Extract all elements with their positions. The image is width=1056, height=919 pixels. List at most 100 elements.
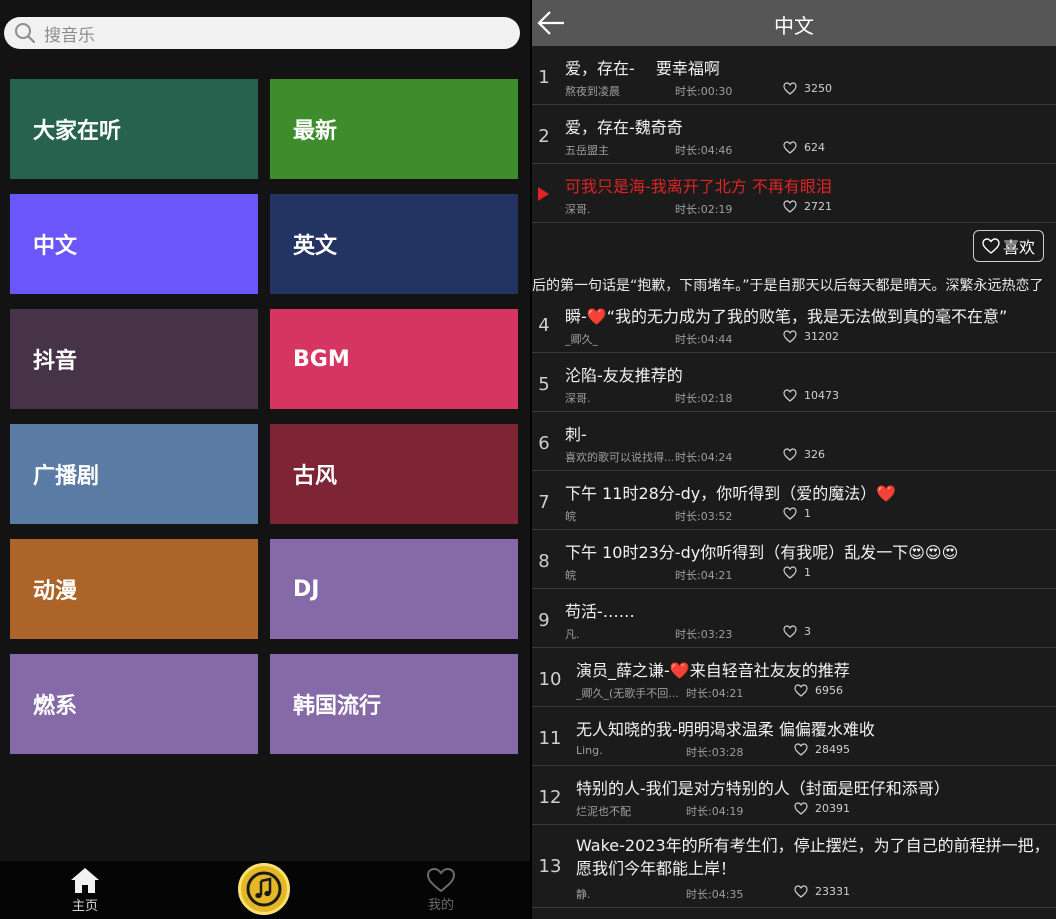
category-label: 动漫 [33, 573, 77, 605]
song-duration: 时长:04:24 [675, 449, 732, 465]
tab-home-label: 主页 [72, 895, 98, 914]
song-title: 可我只是海-我离开了北方 不再有眼泪 [565, 173, 1050, 197]
song-like-count: 23331 [815, 885, 850, 898]
song-like-count: 624 [804, 141, 825, 154]
song-row[interactable]: 9苟活-……凡.时长:03:233 [532, 590, 1056, 648]
song-likes: 1 [783, 566, 811, 579]
song-row[interactable]: 13Wake-2023年的所有考生们，停止摆烂，为了自己的前程拼一把，愿我们今年… [532, 826, 1056, 908]
song-row[interactable]: 7下午 11时28分-dy，你听得到（爱的魔法）❤️皖时长:03:521 [532, 472, 1056, 530]
category-tile[interactable]: 中文 [10, 194, 258, 294]
song-title: 下午 10时23分-dy你听得到（有我呢）乱发一下😍😍😍 [565, 539, 1050, 563]
category-label: 最新 [293, 113, 337, 145]
song-number: 1 [532, 67, 556, 88]
song-number: 8 [532, 551, 556, 572]
heart-outline-icon [783, 448, 797, 461]
tab-home[interactable]: 主页 [25, 861, 145, 919]
heart-outline-icon [783, 200, 797, 213]
heart-outline-icon [783, 625, 797, 638]
song-title: 瞬-❤️“我的无力成为了我的败笔，我是无法做到真的毫不在意” [565, 303, 1050, 327]
song-duration: 时长:04:35 [686, 886, 743, 902]
music-note-icon [246, 871, 282, 907]
song-row[interactable]: 执迷-当事人想适合去找他，可是终归有诚意，推荐推荐） [532, 908, 1056, 919]
song-row[interactable]: 2爱，存在-魏奇奇五岳盟主时长:04:46624 [532, 106, 1056, 164]
category-label: 韩国流行 [293, 688, 381, 720]
heart-outline-icon [794, 684, 808, 697]
category-tile[interactable]: 广播剧 [10, 424, 258, 524]
song-row[interactable]: 可我只是海-我离开了北方 不再有眼泪深哥.时长:02:192721 [532, 165, 1056, 223]
song-like-count: 1 [804, 507, 811, 520]
song-like-count: 6956 [815, 684, 843, 697]
tab-mine-label: 我的 [428, 894, 454, 913]
song-title: 演员_薛之谦-❤️来自轻音社友友的推荐 [576, 657, 1050, 681]
song-row[interactable]: 8 下午 10时23分-dy你听得到（有我呢）乱发一下😍😍😍 皖 时长:04:21 1 [532, 531, 1056, 589]
heart-outline-icon [794, 802, 808, 815]
category-detail-screen: 中文 1爱，存在- 要幸福啊熬夜到凌晨时长:00:3032502爱，存在-魏奇奇… [532, 0, 1056, 919]
song-number: 5 [532, 374, 556, 395]
song-number: 10 [532, 669, 568, 690]
song-likes: 2721 [783, 200, 832, 213]
song-row[interactable]: 4 瞬-❤️“我的无力成为了我的败笔，我是无法做到真的毫不在意” _卿久_ 时长:04… [532, 295, 1056, 353]
song-like-count: 2721 [804, 200, 832, 213]
tab-mine[interactable]: 我的 [381, 861, 501, 919]
song-title: 特别的人-我们是对方特别的人（封面是旺仔和添哥） [576, 775, 1050, 799]
category-tile[interactable]: 古风 [270, 424, 518, 524]
search-placeholder: 搜音乐 [44, 21, 95, 46]
song-artist: 烂泥也不配 [576, 803, 631, 819]
category-label: 大家在听 [33, 113, 121, 145]
song-duration: 时长:00:30 [675, 83, 732, 99]
category-label: BGM [293, 347, 350, 372]
category-tile[interactable]: 燃系 [10, 654, 258, 754]
category-tile[interactable]: 抖音 [10, 309, 258, 409]
song-number: 12 [532, 787, 568, 808]
song-duration: 时长:04:21 [675, 567, 732, 583]
song-title: 爱，存在- 要幸福啊 [565, 55, 1050, 79]
song-title: 沦陷-友友推荐的 [565, 362, 1050, 386]
like-button-label: 喜欢 [1003, 234, 1035, 258]
category-tile[interactable]: BGM [270, 309, 518, 409]
song-number: 9 [532, 610, 556, 631]
category-tile[interactable]: 韩国流行 [270, 654, 518, 754]
song-likes: 23331 [794, 885, 850, 898]
category-label: 广播剧 [33, 458, 99, 490]
song-title: 苟活-…… [565, 598, 1050, 622]
heart-outline-icon [783, 389, 797, 402]
song-duration: 时长:04:44 [675, 331, 732, 347]
song-title: 爱，存在-魏奇奇 [565, 114, 1050, 138]
song-title: 刺- [565, 421, 1050, 445]
song-likes: 10473 [783, 389, 839, 402]
category-tile[interactable]: 最新 [270, 79, 518, 179]
heart-outline-icon [783, 330, 797, 343]
category-tile[interactable]: 大家在听 [10, 79, 258, 179]
lyric-panel: 喜欢 后的第一句话是“抱歉，下雨堵车。”于是自那天以后每天都是晴天。深繁永远热恋… [532, 222, 1056, 294]
song-row[interactable]: 11无人知晓的我-明明渴求温柔 偏偏覆水难收Ling.时长:03:2828495 [532, 708, 1056, 766]
song-like-count: 3 [804, 625, 811, 638]
song-row[interactable]: 12 特别的人-我们是对方特别的人（封面是旺仔和添哥） 烂泥也不配 时长:04:19 2… [532, 767, 1056, 825]
like-button[interactable]: 喜欢 [973, 230, 1044, 262]
song-row[interactable]: 6刺-喜欢的歌可以说找得...时长:04:24326 [532, 413, 1056, 471]
song-number: 13 [532, 856, 568, 877]
song-number: 2 [532, 126, 556, 147]
song-number: 4 [532, 315, 556, 336]
song-row[interactable]: 1爱，存在- 要幸福啊熬夜到凌晨时长:00:303250 [532, 47, 1056, 105]
song-duration: 时长:04:46 [675, 142, 732, 158]
song-like-count: 1 [804, 566, 811, 579]
song-likes: 28495 [794, 743, 850, 756]
category-tile[interactable]: 动漫 [10, 539, 258, 639]
song-artist: 皖 [565, 567, 576, 583]
song-duration: 时长:04:19 [686, 803, 743, 819]
song-row[interactable]: 5沦陷-友友推荐的深哥.时长:02:1810473 [532, 354, 1056, 412]
song-title: 无人知晓的我-明明渴求温柔 偏偏覆水难收 [576, 716, 1050, 740]
home-icon [70, 867, 100, 894]
song-title: 下午 11时28分-dy，你听得到（爱的魔法）❤️ [565, 480, 1050, 504]
page-title: 中文 [532, 10, 1056, 39]
song-duration: 时长:02:19 [675, 201, 732, 217]
now-playing-button[interactable] [238, 863, 290, 915]
song-like-count: 20391 [815, 802, 850, 815]
song-artist: _卿久_ [565, 331, 598, 347]
song-likes: 1 [783, 507, 811, 520]
search-input[interactable]: 搜音乐 [4, 17, 520, 49]
song-row[interactable]: 10演员_薛之谦-❤️来自轻音社友友的推荐_卿久_(无歌手不回...时长:04:… [532, 649, 1056, 707]
category-tile[interactable]: DJ [270, 539, 518, 639]
category-tile[interactable]: 英文 [270, 194, 518, 294]
song-like-count: 326 [804, 448, 825, 461]
